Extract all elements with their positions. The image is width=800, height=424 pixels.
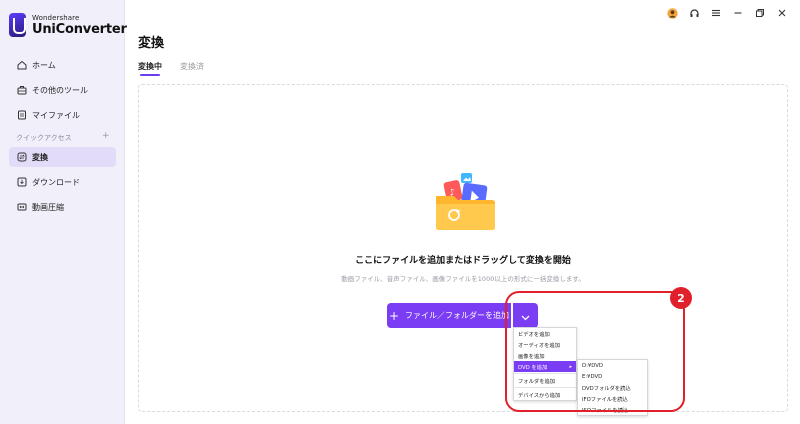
folder-media-illustration: ♪ bbox=[432, 171, 502, 233]
plus-icon: + bbox=[388, 308, 400, 323]
sidebar-item-download[interactable]: ダウンロード bbox=[9, 172, 116, 192]
sidebar-item-label: ホーム bbox=[32, 60, 56, 70]
sidebar-item-compress[interactable]: 動画圧縮 bbox=[9, 197, 116, 217]
sidebar-item-my-files[interactable]: マイファイル bbox=[9, 105, 116, 125]
tab-bar: 変換中 変換済 bbox=[138, 61, 204, 76]
sidebar-item-other-tools[interactable]: その他のツール bbox=[9, 80, 116, 100]
restore-icon[interactable] bbox=[754, 6, 766, 20]
file-drop-zone[interactable] bbox=[138, 84, 788, 412]
sidebar-item-label: マイファイル bbox=[32, 110, 80, 120]
menu-icon[interactable] bbox=[710, 6, 722, 20]
sidebar-item-label: ダウンロード bbox=[32, 177, 80, 187]
compress-icon bbox=[17, 202, 27, 212]
page-title: 変換 bbox=[138, 36, 165, 51]
close-icon[interactable] bbox=[776, 6, 788, 20]
sidebar: Wondershare UniConverter ホーム その他のツール マイフ… bbox=[0, 0, 127, 424]
headset-icon[interactable] bbox=[688, 6, 700, 20]
sidebar-item-convert[interactable]: 変換 bbox=[9, 147, 116, 167]
file-icon bbox=[17, 110, 27, 120]
drop-zone-subtitle: 動画ファイル、音声ファイル、画像ファイルを1000以上の形式に一括変換します。 bbox=[341, 275, 585, 283]
toolbox-icon bbox=[17, 85, 27, 95]
title-bar-controls bbox=[666, 6, 788, 20]
tab-converted[interactable]: 変換済 bbox=[180, 61, 204, 72]
uniconverter-logo-icon bbox=[9, 13, 26, 37]
sidebar-item-label: その他のツール bbox=[32, 85, 88, 95]
home-icon bbox=[17, 60, 27, 70]
brand-small: Wondershare bbox=[32, 13, 80, 22]
annotation-step-badge: 2 bbox=[670, 287, 692, 309]
drop-zone-title: ここにファイルを追加またはドラッグして変換を開始 bbox=[355, 256, 571, 266]
account-icon[interactable] bbox=[666, 6, 678, 20]
sidebar-item-label: 動画圧縮 bbox=[32, 202, 64, 212]
convert-icon bbox=[17, 152, 27, 162]
sidebar-item-home[interactable]: ホーム bbox=[9, 55, 116, 75]
sidebar-item-label: 変換 bbox=[32, 152, 48, 162]
quick-access-label: クイックアクセス bbox=[16, 134, 72, 142]
annotation-highlight-box bbox=[505, 291, 685, 412]
brand-name: UniConverter bbox=[32, 21, 127, 37]
quick-access-add-button[interactable]: + bbox=[102, 131, 110, 141]
minimize-icon[interactable] bbox=[732, 6, 744, 20]
download-icon bbox=[17, 177, 27, 187]
add-files-button[interactable]: + ファイル／フォルダーを追加 bbox=[387, 303, 511, 328]
add-files-label: ファイル／フォルダーを追加 bbox=[405, 311, 510, 320]
app-logo: Wondershare UniConverter bbox=[9, 13, 127, 37]
tab-converting[interactable]: 変換中 bbox=[138, 61, 162, 76]
